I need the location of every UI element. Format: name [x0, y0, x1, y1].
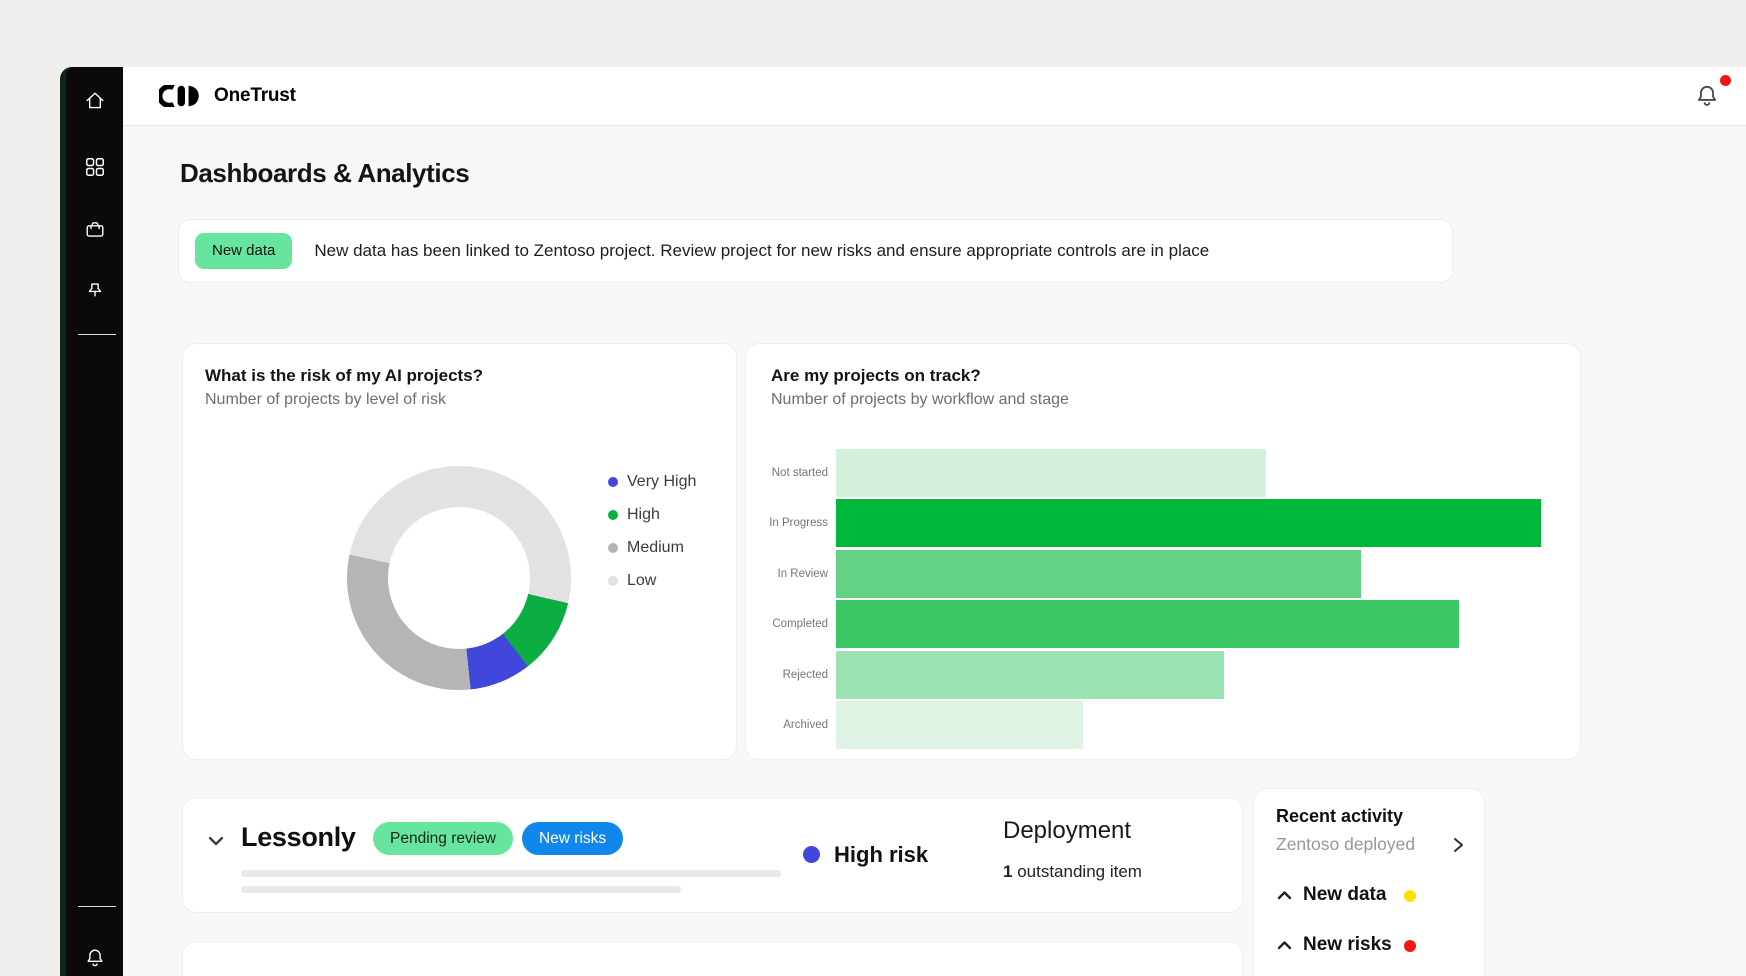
project-stage: Deployment — [1003, 817, 1131, 845]
new-data-banner: New data New data has been linked to Zen… — [178, 219, 1453, 283]
bar-category-label: Archived — [746, 701, 828, 749]
activity-label: New data — [1303, 884, 1386, 906]
project-badge-pending-review: Pending review — [373, 822, 513, 855]
onetrust-dashboard: OneTrust — [0, 0, 1746, 976]
bar-row-in-review: In Review — [746, 550, 1580, 598]
risk-legend: Very High High Medium Low — [608, 465, 696, 597]
legend-label: Low — [627, 572, 656, 590]
caret-up-icon — [1276, 938, 1293, 953]
sidebar-bell-icon[interactable] — [84, 947, 106, 969]
sidebar-pin-icon[interactable] — [84, 281, 106, 303]
recent-activity-title: Recent activity — [1276, 806, 1403, 827]
next-project-row-partial — [182, 941, 1243, 976]
risk-chart-subtitle: Number of projects by level of risk — [205, 391, 446, 409]
risk-chart-card: What is the risk of my AI projects? Numb… — [182, 343, 737, 760]
bar-row-completed: Completed — [746, 600, 1580, 648]
legend-item-high: High — [608, 498, 696, 531]
activity-status-dot — [1404, 890, 1416, 902]
bar-category-label: In Review — [746, 550, 828, 598]
brand-name: OneTrust — [214, 85, 296, 107]
activity-item-new-data[interactable]: New data — [1254, 884, 1484, 908]
bar-row-in-progress: In Progress — [746, 499, 1580, 547]
outstanding-label: outstanding item — [1012, 862, 1141, 881]
legend-label: Medium — [627, 539, 684, 557]
top-header: OneTrust — [123, 67, 1746, 126]
outstanding-items: 1 outstanding item — [1003, 862, 1142, 882]
bar-category-label: Completed — [746, 600, 828, 648]
bar-row-rejected: Rejected — [746, 651, 1580, 699]
project-name: Lessonly — [241, 822, 356, 853]
project-skeleton-line — [241, 886, 681, 893]
bar-row-not-started: Not started — [746, 449, 1580, 497]
new-data-badge: New data — [195, 233, 292, 269]
sidebar-divider — [78, 334, 116, 335]
project-badge-new-risks: New risks — [522, 822, 623, 855]
app-sidebar — [60, 67, 123, 976]
onetrust-logo-mark-icon — [159, 85, 203, 107]
legend-item-low: Low — [608, 564, 696, 597]
legend-dot — [608, 477, 618, 487]
activity-status-dot — [1404, 940, 1416, 952]
legend-dot — [608, 510, 618, 520]
bar — [836, 600, 1459, 648]
notifications-bell-icon[interactable] — [1694, 83, 1720, 109]
project-skeleton-line — [241, 870, 781, 877]
risk-chart-title: What is the risk of my AI projects? — [205, 366, 483, 386]
bar-category-label: Not started — [746, 449, 828, 497]
risk-level-label: High risk — [834, 842, 928, 868]
workflow-chart-card: Are my projects on track? Number of proj… — [745, 343, 1581, 760]
activity-label: New risks — [1303, 934, 1392, 956]
recent-activity-card: Recent activity Zentoso deployed New dat… — [1253, 788, 1485, 976]
chevron-right-icon[interactable] — [1451, 836, 1465, 854]
bar-row-archived: Archived — [746, 701, 1580, 749]
banner-message: New data has been linked to Zentoso proj… — [314, 241, 1209, 261]
legend-label: High — [627, 506, 660, 524]
bar — [836, 550, 1361, 598]
project-expand-chevron-down-icon[interactable] — [205, 830, 227, 852]
risk-level-dot — [803, 846, 820, 863]
sidebar-apps-grid-icon[interactable] — [84, 156, 106, 178]
sidebar-home-icon[interactable] — [84, 90, 106, 112]
legend-item-very-high: Very High — [608, 465, 696, 498]
activity-item-new-risks[interactable]: New risks — [1254, 934, 1484, 958]
donut-hole — [388, 507, 530, 649]
risk-donut-chart — [347, 466, 571, 690]
legend-label: Very High — [627, 473, 696, 491]
project-badges: Pending review New risks — [373, 822, 623, 855]
workflow-bar-chart: Not started In Progress In Review Comple… — [746, 344, 1580, 759]
page-title: Dashboards & Analytics — [180, 158, 469, 189]
notification-unread-dot — [1720, 75, 1731, 86]
bar — [836, 651, 1224, 699]
sidebar-divider-bottom — [78, 906, 116, 907]
caret-up-icon — [1276, 888, 1293, 903]
bar — [836, 449, 1266, 497]
bar — [836, 499, 1541, 547]
recent-activity-subtitle[interactable]: Zentoso deployed — [1276, 834, 1415, 855]
bar — [836, 701, 1083, 749]
bar-category-label: In Progress — [746, 499, 828, 547]
legend-dot — [608, 543, 618, 553]
onetrust-logo[interactable]: OneTrust — [159, 85, 296, 107]
project-row-lessonly: Lessonly Pending review New risks High ri… — [182, 797, 1243, 913]
legend-dot — [608, 576, 618, 586]
legend-item-medium: Medium — [608, 531, 696, 564]
sidebar-briefcase-icon[interactable] — [84, 219, 106, 241]
bar-category-label: Rejected — [746, 651, 828, 699]
